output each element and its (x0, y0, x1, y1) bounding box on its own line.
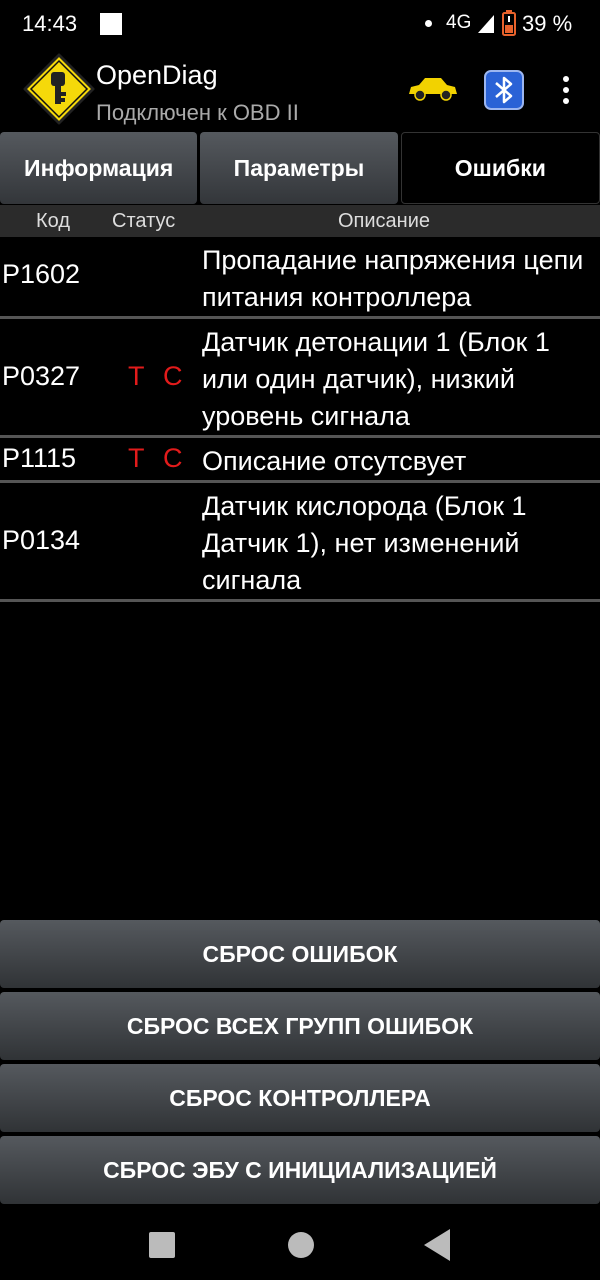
tab-parameters[interactable]: Параметры (200, 132, 398, 204)
column-status: Статус (112, 210, 176, 232)
status-t: T (128, 361, 145, 391)
column-code: Код (36, 210, 71, 232)
error-row[interactable]: P1115 T C Описание отсутсвует (0, 438, 600, 483)
recents-icon[interactable] (149, 1232, 175, 1258)
app-header: OpenDiag Подключен к OBD II (0, 50, 600, 132)
reset-controller-button[interactable]: СБРОС КОНТРОЛЛЕРА (0, 1064, 600, 1132)
reset-errors-button[interactable]: СБРОС ОШИБОК (0, 920, 600, 988)
error-code: P1115 (2, 443, 77, 473)
battery-percent: 39 % (522, 11, 573, 36)
status-t: T (128, 443, 145, 473)
error-description: Пропадание напряжения цепи питания контр… (202, 245, 584, 312)
status-time: 14:43 (22, 11, 78, 36)
error-row[interactable]: P0134 Датчик кислорода (Блок 1 Датчик 1)… (0, 483, 600, 602)
app-logo-icon (23, 53, 95, 125)
overflow-menu-icon[interactable] (560, 76, 572, 106)
battery-icon (502, 10, 516, 36)
error-list: P1602 Пропадание напряжения цепи питания… (0, 237, 600, 602)
error-code: P0134 (2, 525, 81, 555)
tab-information[interactable]: Информация (0, 132, 198, 204)
error-code: P0327 (2, 361, 81, 391)
back-icon[interactable] (424, 1229, 450, 1261)
app-title: OpenDiag (96, 60, 218, 90)
error-code: P1602 (2, 259, 81, 289)
action-buttons: СБРОС ОШИБОК СБРОС ВСЕХ ГРУПП ОШИБОК СБР… (0, 920, 600, 1208)
status-bar: 14:43 4G 39 % (0, 0, 600, 50)
home-icon[interactable] (288, 1232, 314, 1258)
car-icon[interactable] (405, 72, 459, 104)
dot-icon (425, 20, 432, 27)
error-row[interactable]: P1602 Пропадание напряжения цепи питания… (0, 237, 600, 319)
tab-errors[interactable]: Ошибки (400, 132, 600, 204)
table-header: Код Статус Описание (0, 205, 600, 237)
network-type: 4G (446, 12, 472, 33)
bluetooth-icon[interactable] (484, 70, 524, 110)
status-c: C (163, 443, 183, 473)
reset-all-groups-button[interactable]: СБРОС ВСЕХ ГРУПП ОШИБОК (0, 992, 600, 1060)
connection-status: Подключен к OBD II (96, 100, 299, 125)
error-description: Описание отсутсвует (202, 446, 467, 476)
error-description: Датчик кислорода (Блок 1 Датчик 1), нет … (202, 491, 527, 595)
reset-ecu-init-button[interactable]: СБРОС ЭБУ С ИНИЦИАЛИЗАЦИЕЙ (0, 1136, 600, 1204)
notification-square-icon (100, 13, 122, 35)
signal-icon (478, 15, 494, 33)
column-description: Описание (338, 210, 431, 232)
navigation-bar (0, 1208, 600, 1280)
error-description: Датчик детонации 1 (Блок 1 или один датч… (202, 327, 550, 431)
error-row[interactable]: P0327 T C Датчик детонации 1 (Блок 1 или… (0, 319, 600, 438)
tab-bar: Информация Параметры Ошибки (0, 132, 600, 204)
status-c: C (163, 361, 183, 391)
